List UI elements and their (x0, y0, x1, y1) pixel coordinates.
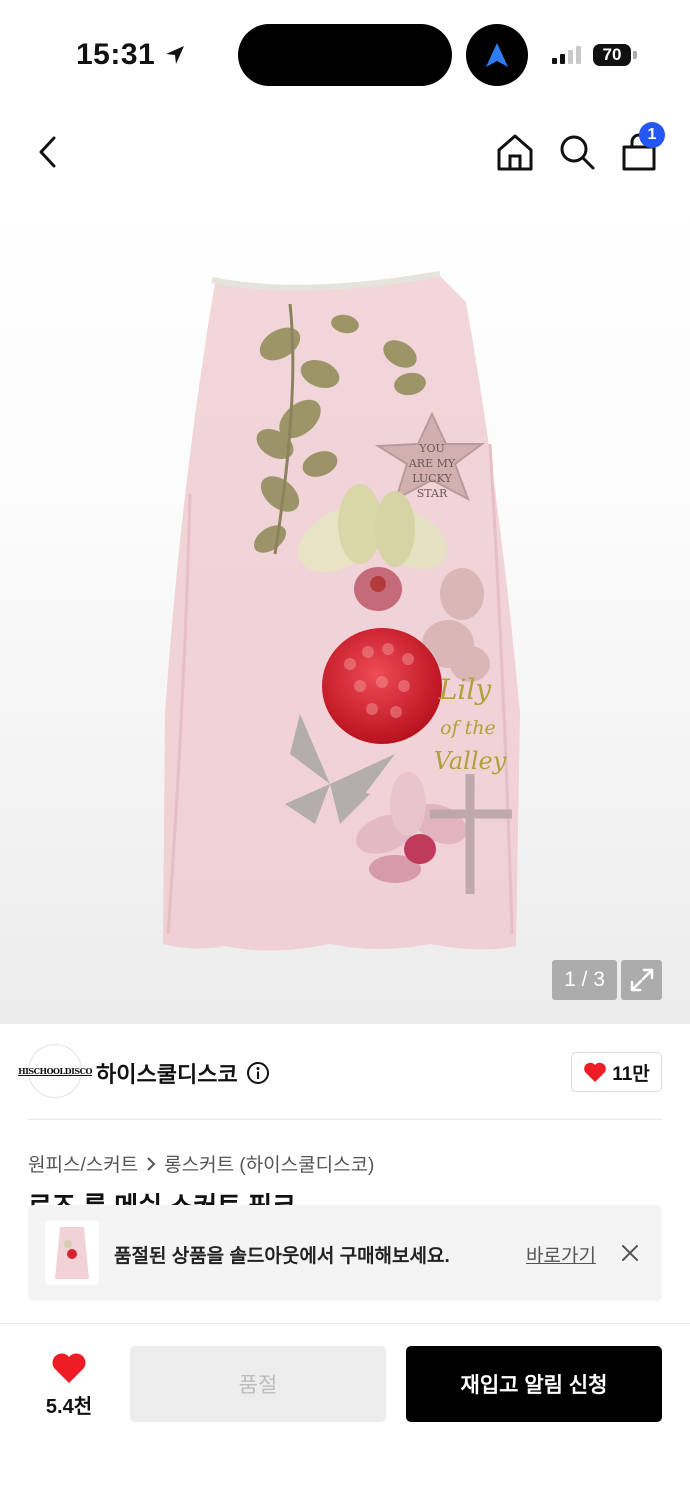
brand-logo-text: HISCHOOLDISCO (18, 1065, 92, 1076)
restock-alert-button[interactable]: 재입고 알림 신청 (406, 1346, 662, 1422)
breadcrumb-subcategory[interactable]: 롱스커트 (하이스쿨디스코) (164, 1150, 374, 1177)
brand-name-link[interactable]: 하이스쿨디스코 (96, 1057, 270, 1089)
bottom-action-bar: 5.4천 품절 재입고 알림 신청 (0, 1323, 690, 1500)
svg-text:Valley: Valley (434, 747, 507, 775)
breadcrumb-category[interactable]: 원피스/스커트 (28, 1150, 138, 1177)
top-navigation: 1 (0, 110, 690, 194)
close-icon (622, 1245, 638, 1261)
search-icon (560, 135, 595, 170)
svg-text:ARE MY: ARE MY (408, 457, 456, 470)
banner-shortcut-link[interactable]: 바로가기 (526, 1241, 596, 1268)
expand-image-button[interactable] (621, 960, 662, 1000)
dynamic-island (238, 24, 452, 86)
breadcrumb: 원피스/스커트 롱스커트 (하이스쿨디스코) (28, 1150, 374, 1177)
brand-like-count: 11만 (612, 1063, 650, 1085)
brand-logo[interactable]: HISCHOOLDISCO (18, 1044, 92, 1098)
product-like-button[interactable]: 5.4천 (36, 1352, 102, 1422)
battery-icon: 70 (593, 44, 631, 66)
back-button[interactable] (26, 130, 70, 174)
product-like-count: 5.4천 (45, 1396, 93, 1418)
svg-text:YOU: YOU (418, 442, 445, 455)
heart-icon (584, 1062, 607, 1082)
svg-text:Lily: Lily (438, 673, 493, 706)
status-time: 15:31 (76, 38, 187, 72)
signal-icon (552, 46, 581, 64)
chevron-right-icon (147, 1156, 156, 1171)
battery-nub (633, 51, 637, 59)
banner-text: 품절된 상품을 솔드아웃에서 구매해보세요. (114, 1246, 450, 1267)
search-button[interactable] (555, 130, 599, 174)
cart-button[interactable]: 1 (617, 122, 665, 174)
home-button[interactable] (493, 130, 537, 174)
product-thumbnail-image (55, 1227, 89, 1279)
raspberry-print (322, 628, 442, 744)
svg-text:STAR: STAR (417, 487, 448, 500)
soldout-button: 품절 (130, 1346, 386, 1422)
time-text: 15:31 (76, 38, 156, 71)
svg-text:of the: of the (440, 717, 496, 739)
battery-level: 70 (602, 45, 622, 64)
image-counter: 1 / 3 (552, 960, 617, 1000)
location-arrow-icon (166, 46, 185, 64)
brand-name: 하이스쿨디스코 (96, 1062, 238, 1087)
divider (28, 1119, 662, 1120)
brand-like-button[interactable]: 11만 (571, 1052, 662, 1092)
banner-thumbnail (45, 1221, 99, 1285)
soldout-banner: 품절된 상품을 솔드아웃에서 구매해보세요. 바로가기 (28, 1205, 662, 1301)
home-icon (497, 134, 533, 171)
brand-row: HISCHOOLDISCO 하이스쿨디스코 11만 (0, 1024, 690, 1120)
expand-icon (630, 968, 653, 992)
svg-text:LUCKY: LUCKY (412, 472, 452, 485)
cart-badge: 1 (639, 122, 665, 148)
banner-close-button[interactable] (618, 1241, 642, 1265)
navigation-arrow-icon (486, 43, 508, 67)
product-image: YOU ARE MY LUCKY STAR Lily of the Valley (163, 271, 520, 951)
navigation-indicator (466, 24, 528, 86)
product-image-carousel[interactable]: YOU ARE MY LUCKY STAR Lily of the Valley (0, 194, 690, 1024)
chevron-left-icon (39, 136, 56, 168)
heart-icon (52, 1353, 86, 1383)
status-bar: 15:31 70 (0, 0, 690, 110)
info-icon[interactable] (246, 1061, 270, 1085)
